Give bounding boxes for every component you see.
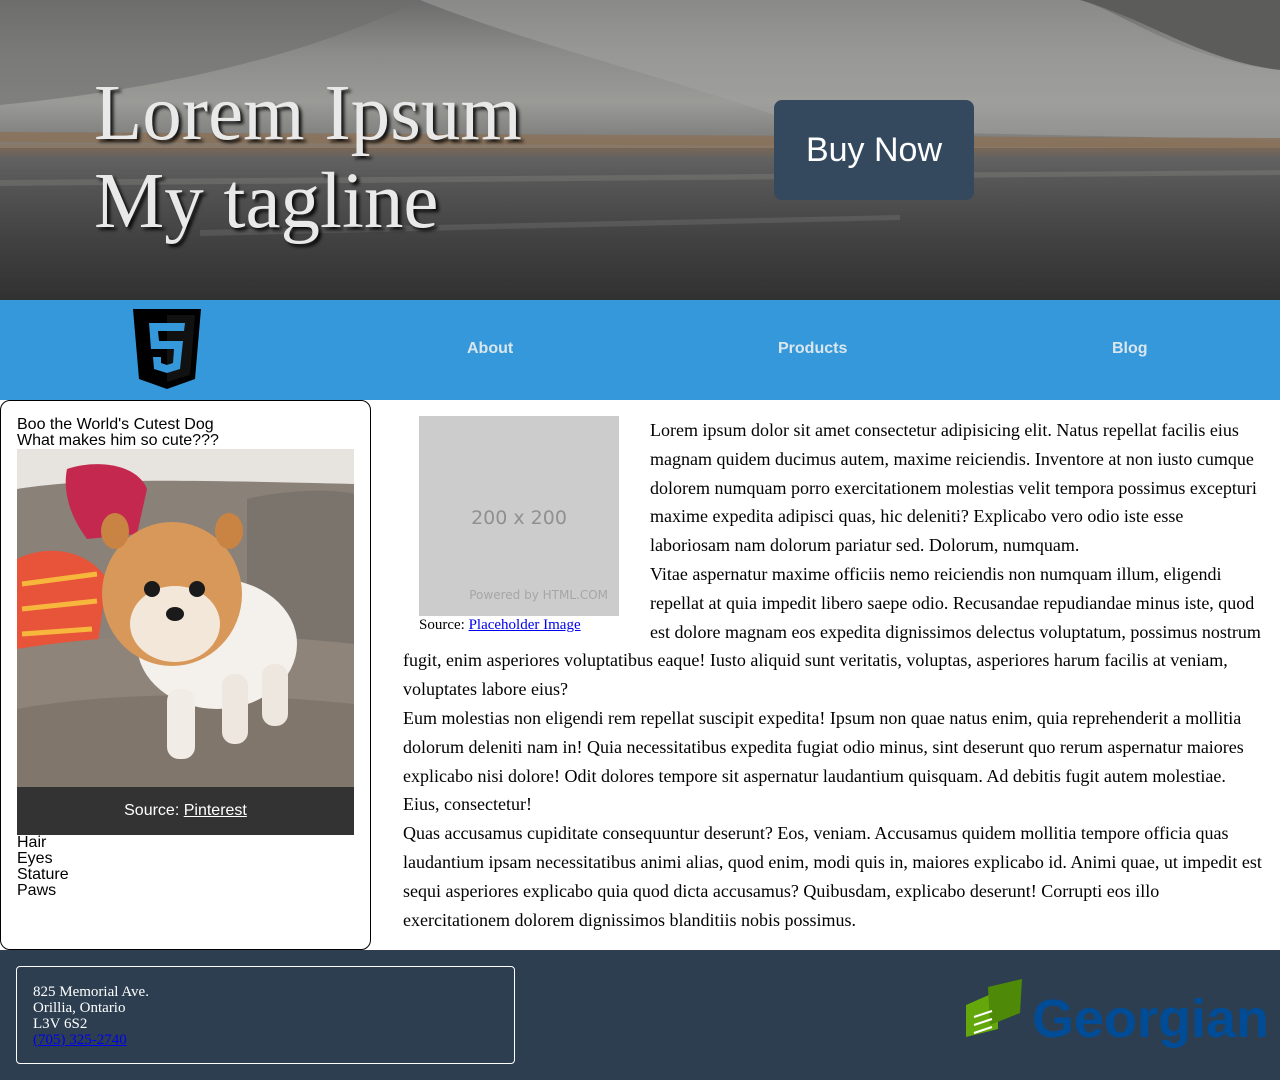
main-article: 200 x 200 Powered by HTML.COM Source: Pl… [403,416,1266,934]
placeholder-figure: 200 x 200 Powered by HTML.COM Source: Pl… [419,416,635,634]
georgian-logo-text: Georgian [1032,989,1266,1049]
pomeranian-dog-photo [17,449,354,787]
phone-link[interactable]: (705) 325-2740 [33,1032,127,1048]
article-paragraph: Quas accusamus cupiditate consequuntur d… [403,823,1262,930]
address-street: 825 Memorial Ave. [33,984,149,1000]
placeholder-powered-label: Powered by HTML.COM [469,588,608,603]
dog-sidebar: Boo the World's Cutest Dog What makes hi… [0,400,371,950]
sidebar-heading: Boo the World's Cutest Dog [17,416,214,433]
caption-prefix: Source: [124,802,184,819]
georgian-college-logo[interactable]: Georgian [964,977,1269,1055]
georgian-leaf-icon [966,979,1022,1037]
placeholder-caption: Source: Placeholder Image [419,616,635,634]
html5-shield-icon[interactable] [133,309,201,389]
nav-link-products[interactable]: Products [778,340,847,358]
placeholder-image-link[interactable]: Placeholder Image [469,617,581,633]
feature-item: Eyes [17,850,53,867]
buy-now-button[interactable]: Buy Now [774,100,974,200]
feature-item: Paws [17,882,57,899]
address-city: Orillia, Ontario [33,1000,126,1016]
figcaption-prefix: Source: [419,617,469,633]
article-paragraph: Eum molestias non eligendi rem repellat … [403,707,1244,815]
placeholder-size-label: 200 x 200 [471,507,567,529]
placeholder-image: 200 x 200 Powered by HTML.COM [419,416,619,616]
address-postal: L3V 6S2 [33,1016,88,1032]
address-box: 825 Memorial Ave. Orillia, Ontario L3V 6… [16,966,515,1064]
feature-item: Hair [17,834,47,851]
hero-banner: Lorem Ipsum My tagline Buy Now [0,0,1280,300]
pinterest-link[interactable]: Pinterest [184,802,247,819]
hero-title-line: Lorem Ipsum [94,70,522,157]
dog-photo-caption: Source: Pinterest [17,787,354,835]
sidebar-subheading: What makes him so cute??? [17,432,219,449]
nav-link-about[interactable]: About [467,340,513,358]
hero-title: Lorem Ipsum My tagline [94,70,714,246]
nav-link-blog[interactable]: Blog [1112,340,1148,358]
hero-tagline: My tagline [94,158,439,245]
feature-item: Stature [17,866,69,883]
